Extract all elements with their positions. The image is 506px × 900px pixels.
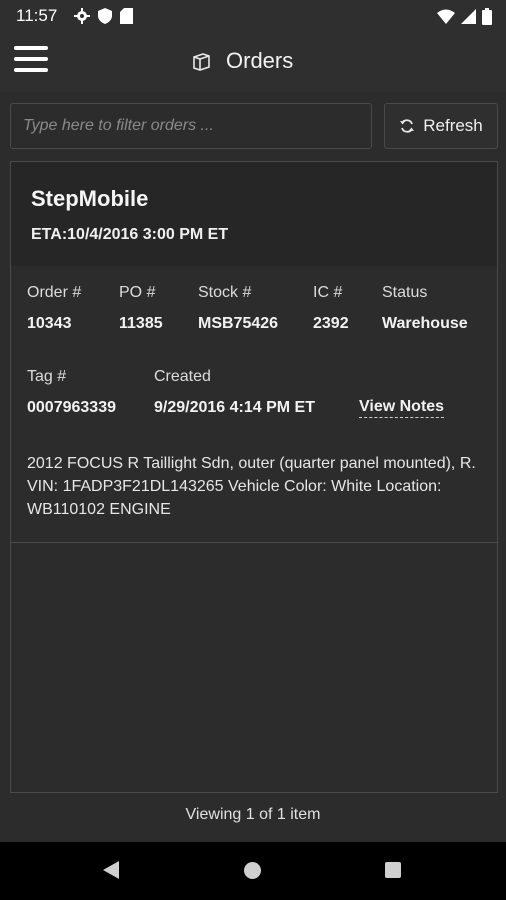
tag-number-value: 0007963339 xyxy=(27,399,116,416)
order-number-value: 10343 xyxy=(27,315,72,332)
home-icon[interactable] xyxy=(244,862,261,879)
hamburger-icon-bar xyxy=(14,46,48,50)
created-value: 9/29/2016 4:14 PM ET xyxy=(154,399,315,416)
status-label: Status xyxy=(382,284,428,301)
stock-number-label: Stock # xyxy=(198,284,252,301)
refresh-label: Refresh xyxy=(423,116,483,135)
refresh-button[interactable]: Refresh xyxy=(384,103,498,149)
recents-icon[interactable] xyxy=(385,862,401,878)
app-title: Orders xyxy=(190,48,293,74)
order-eta: ETA:10/4/2016 3:00 PM ET xyxy=(31,226,229,243)
orders-list[interactable]: StepMobile ETA:10/4/2016 3:00 PM ET Orde… xyxy=(10,161,498,793)
ic-number-label: IC # xyxy=(313,284,343,301)
view-notes-link[interactable]: View Notes xyxy=(359,398,445,418)
page-title: Orders xyxy=(226,48,294,73)
status-icons-right xyxy=(437,8,492,25)
system-nav-bar xyxy=(0,842,506,900)
ic-number-value: 2392 xyxy=(313,315,349,332)
hamburger-icon-bar xyxy=(14,57,48,61)
po-number-label: PO # xyxy=(119,284,156,301)
shield-icon xyxy=(98,8,112,24)
divider xyxy=(11,542,497,543)
box-icon xyxy=(193,53,210,71)
tag-number-label: Tag # xyxy=(27,368,67,385)
back-icon[interactable] xyxy=(103,861,119,879)
battery-icon xyxy=(482,8,492,25)
status-time: 11:57 xyxy=(16,6,58,25)
hamburger-icon-bar xyxy=(14,68,48,72)
signal-icon xyxy=(461,9,476,24)
gear-icon xyxy=(74,8,90,24)
status-bar: 11:57 xyxy=(0,0,506,34)
status-icons-left xyxy=(74,8,133,24)
stock-number-value: MSB75426 xyxy=(198,315,279,332)
filter-field[interactable] xyxy=(10,103,372,149)
po-number-value: 11385 xyxy=(119,315,163,332)
order-company: StepMobile xyxy=(31,186,149,211)
order-number-label: Order # xyxy=(27,284,82,301)
wifi-icon xyxy=(437,9,455,24)
status-value: Warehouse xyxy=(382,315,468,332)
order-card-header[interactable]: StepMobile ETA:10/4/2016 3:00 PM ET xyxy=(11,162,497,266)
filter-input[interactable] xyxy=(11,104,371,148)
sd-card-icon xyxy=(120,8,133,24)
app-bar: Orders xyxy=(0,34,506,92)
created-label: Created xyxy=(154,368,211,385)
list-summary: Viewing 1 of 1 item xyxy=(185,806,321,823)
order-description: 2012 FOCUS R Taillight Sdn, outer (quart… xyxy=(27,455,476,518)
hamburger-menu-button[interactable] xyxy=(14,46,48,76)
refresh-icon xyxy=(400,119,415,133)
